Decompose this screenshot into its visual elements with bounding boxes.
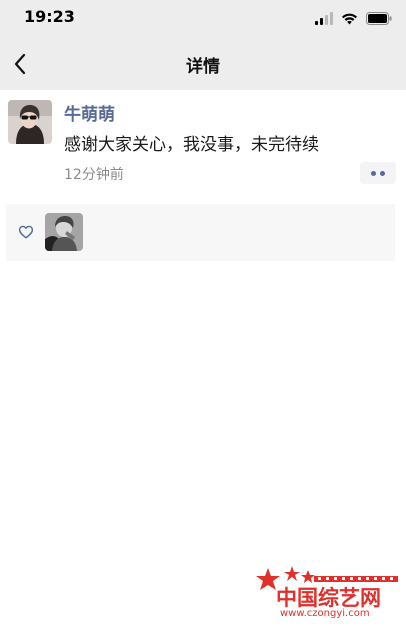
more-dots-icon-dot — [380, 170, 385, 176]
wifi-icon — [342, 13, 357, 24]
cellular-signal-icon — [315, 11, 333, 25]
page-title: 详情 — [186, 57, 220, 77]
status-time: 19:23 — [24, 7, 75, 26]
status-bar: 19:23 — [0, 0, 406, 38]
liker-avatar[interactable] — [45, 213, 83, 251]
watermark-url: www.czongyi.com — [280, 608, 370, 619]
author-name[interactable]: 牛萌萌 — [64, 100, 115, 125]
author-avatar-image — [8, 100, 52, 144]
likes-section — [6, 204, 395, 261]
battery-icon — [366, 11, 392, 25]
liker-avatar-image — [45, 213, 83, 251]
post-content: 感谢大家关心，我没事，未完待续 — [64, 135, 319, 155]
site-watermark: 中国综艺网 www.czongyi.com — [254, 566, 400, 624]
heart-outline-icon — [18, 225, 34, 239]
more-dots-icon — [371, 170, 376, 176]
post-timestamp: 12分钟前 — [64, 167, 124, 183]
status-icons — [315, 10, 392, 26]
author-avatar[interactable] — [8, 100, 52, 144]
more-actions-button[interactable] — [360, 162, 396, 184]
nav-bar: 详情 — [0, 38, 406, 90]
